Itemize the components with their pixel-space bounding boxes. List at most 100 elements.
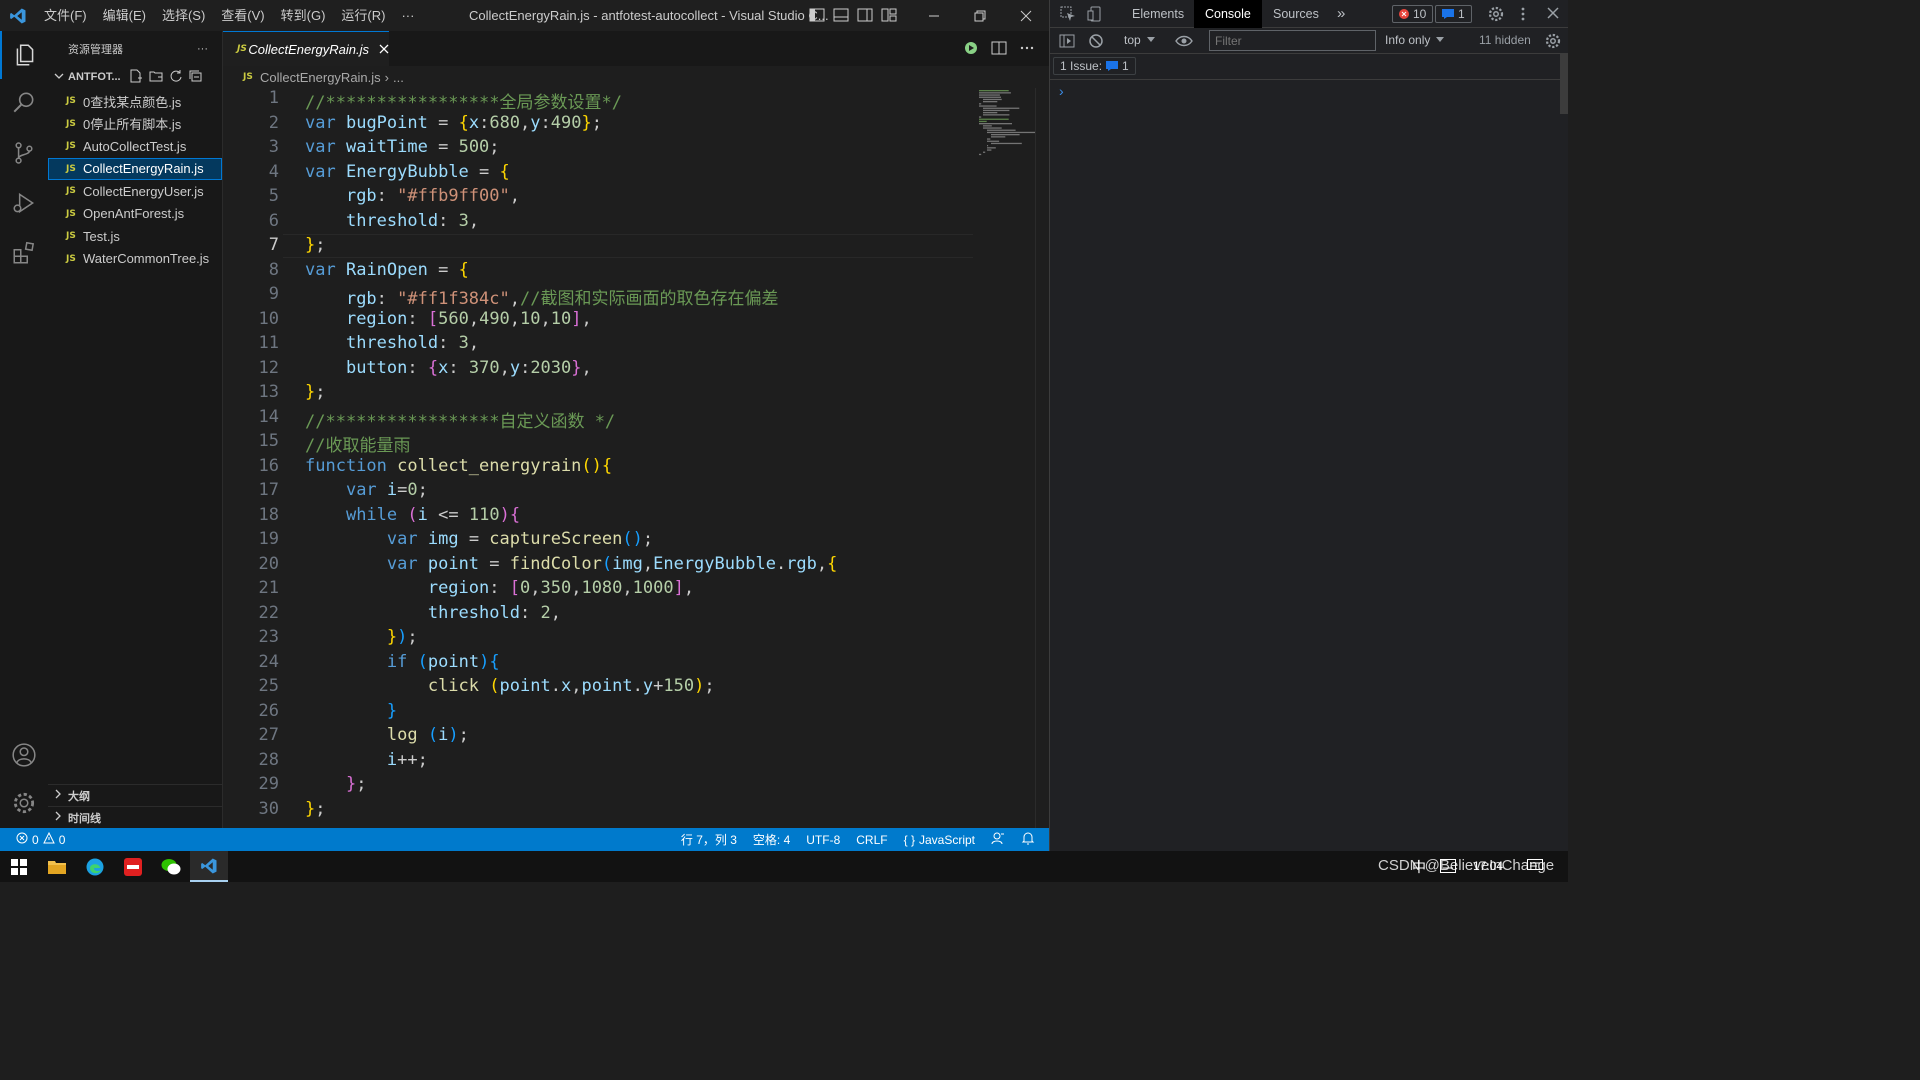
end-of-line[interactable]: CRLF	[856, 833, 887, 847]
error-circle-icon	[1399, 9, 1409, 19]
new-folder-icon[interactable]	[149, 69, 163, 86]
inspect-element-icon[interactable]	[1060, 6, 1076, 25]
taskbar-clock[interactable]: 17:04	[1473, 859, 1503, 873]
error-icon	[16, 832, 28, 847]
file-item[interactable]: JS 0停止所有脚本.js	[48, 113, 222, 136]
close-window-icon[interactable]	[1003, 0, 1049, 31]
red-app-icon[interactable]	[114, 851, 152, 882]
errors-badge[interactable]: 10	[1392, 5, 1434, 23]
code-line: button: {x: 370,y:2030},	[345, 357, 592, 378]
tab-console[interactable]: Console	[1194, 0, 1262, 28]
code-line: var waitTime = 500;	[305, 137, 500, 157]
toggle-primary-sidebar-icon[interactable]	[808, 6, 826, 24]
language-mode[interactable]: { } JavaScript	[904, 833, 975, 847]
menu-more[interactable]: ···	[393, 0, 422, 31]
menu-go[interactable]: 转到(G)	[273, 0, 334, 31]
log-level-selector[interactable]: Info only	[1385, 33, 1445, 47]
file-item[interactable]: JS Test.js	[48, 225, 222, 248]
console-settings-gear-icon[interactable]	[1544, 32, 1562, 53]
source-control-icon[interactable]	[0, 129, 48, 177]
encoding[interactable]: UTF-8	[806, 833, 840, 847]
timeline-section[interactable]: 时间线	[48, 806, 223, 828]
menu-selection[interactable]: 选择(S)	[154, 0, 213, 31]
live-share-icon[interactable]	[991, 831, 1005, 848]
file-item[interactable]: JS WaterCommonTree.js	[48, 248, 222, 271]
menu-edit[interactable]: 编辑(E)	[95, 0, 154, 31]
workspace-folder[interactable]: ANTFOT...	[48, 66, 222, 88]
extensions-icon[interactable]	[0, 229, 48, 277]
refresh-icon[interactable]	[169, 69, 183, 86]
customize-layout-icon[interactable]	[880, 6, 898, 24]
cursor-position[interactable]: 行 7，列 3	[681, 831, 737, 848]
code-line: rgb: "#ff1f384c",//截图和实际画面的取色存在偏差	[345, 289, 779, 309]
notification-center-icon[interactable]	[1527, 859, 1543, 878]
show-sidebar-icon[interactable]	[1059, 33, 1075, 52]
context-selector[interactable]: top	[1124, 33, 1155, 47]
notifications-bell-icon[interactable]	[1021, 831, 1035, 848]
explorer-more-button[interactable]: ···	[197, 43, 208, 55]
collapse-all-icon[interactable]	[189, 69, 203, 86]
file-item[interactable]: JS CollectEnergyUser.js	[48, 180, 222, 203]
menu-view[interactable]: 查看(V)	[213, 0, 272, 31]
breadcrumb-symbol[interactable]: ...	[393, 70, 404, 85]
menu-file[interactable]: 文件(F)	[36, 0, 95, 31]
outline-section[interactable]: 大纲	[48, 784, 223, 806]
keyboard-icon[interactable]	[1440, 859, 1456, 878]
code-editor[interactable]: 1 //*****************全局参数设置*/ 2 var bugPoin…	[223, 88, 1049, 828]
toggle-panel-icon[interactable]	[832, 6, 850, 24]
line-number: 8	[268, 259, 279, 280]
editor-scrollbar[interactable]	[1035, 88, 1049, 828]
file-item[interactable]: JS OpenAntForest.js	[48, 203, 222, 226]
console-filter-input[interactable]	[1209, 30, 1376, 51]
vscode-taskbar-icon[interactable]	[190, 851, 228, 882]
problems-status[interactable]: 0 0	[0, 831, 65, 847]
vscode-logo-icon[interactable]	[0, 0, 36, 31]
wechat-icon[interactable]	[152, 851, 190, 882]
minimize-icon[interactable]	[911, 0, 957, 31]
toggle-secondary-sidebar-icon[interactable]	[856, 6, 874, 24]
console-prompt[interactable]: ›	[1059, 83, 1064, 99]
message-icon	[1442, 9, 1454, 19]
more-tabs-button[interactable]: »	[1326, 0, 1356, 28]
manage-gear-icon[interactable]	[0, 779, 48, 827]
file-item[interactable]: JS 0查找某点颜色.js	[48, 90, 222, 113]
edge-browser-icon[interactable]	[76, 851, 114, 882]
file-item[interactable]: JS AutoCollectTest.js	[48, 135, 222, 158]
minimap[interactable]	[977, 88, 1036, 158]
run-debug-icon[interactable]	[0, 179, 48, 227]
line-number: 4	[268, 161, 279, 182]
device-toolbar-icon[interactable]	[1087, 6, 1103, 25]
code-line: var EnergyBubble = {	[305, 161, 510, 182]
file-explorer-icon[interactable]	[38, 851, 76, 882]
new-file-icon[interactable]	[129, 69, 143, 86]
tab-elements[interactable]: Elements	[1121, 0, 1195, 28]
more-actions-icon[interactable]	[1019, 40, 1035, 61]
js-file-icon: JS	[66, 163, 76, 174]
devtools-scrollbar[interactable]	[1560, 54, 1568, 114]
indentation[interactable]: 空格: 4	[753, 831, 790, 848]
window-title: CollectEnergyRain.js - antfotest-autocol…	[469, 8, 829, 23]
close-devtools-icon[interactable]	[1547, 7, 1559, 22]
split-editor-icon[interactable]	[991, 40, 1007, 61]
code-line: });	[386, 627, 418, 647]
code-line: //*****************全局参数设置*/	[305, 93, 622, 113]
kebab-menu-icon[interactable]	[1520, 6, 1526, 25]
messages-badge[interactable]: 1	[1435, 5, 1472, 23]
tab-collectenergyrain[interactable]: JS CollectEnergyRain.js	[223, 31, 389, 66]
explorer-icon[interactable]	[0, 31, 48, 79]
menu-run[interactable]: 运行(R)	[333, 0, 393, 31]
close-tab-icon[interactable]	[379, 42, 389, 57]
tab-sources[interactable]: Sources	[1262, 0, 1330, 28]
run-icon[interactable]	[963, 40, 979, 61]
windows-start-icon[interactable]	[0, 851, 38, 882]
file-item[interactable]: JS CollectEnergyRain.js	[48, 157, 222, 180]
ime-indicator[interactable]: 中	[1412, 857, 1426, 877]
accounts-icon[interactable]	[0, 731, 48, 779]
settings-gear-icon[interactable]	[1487, 5, 1505, 26]
live-expression-eye-icon[interactable]	[1175, 33, 1193, 52]
breadcrumb-file[interactable]: CollectEnergyRain.js	[260, 70, 381, 85]
restore-icon[interactable]	[957, 0, 1003, 31]
search-icon[interactable]	[0, 79, 48, 127]
clear-console-icon[interactable]	[1088, 33, 1104, 52]
issues-button[interactable]: 1 Issue: 1	[1053, 57, 1136, 75]
